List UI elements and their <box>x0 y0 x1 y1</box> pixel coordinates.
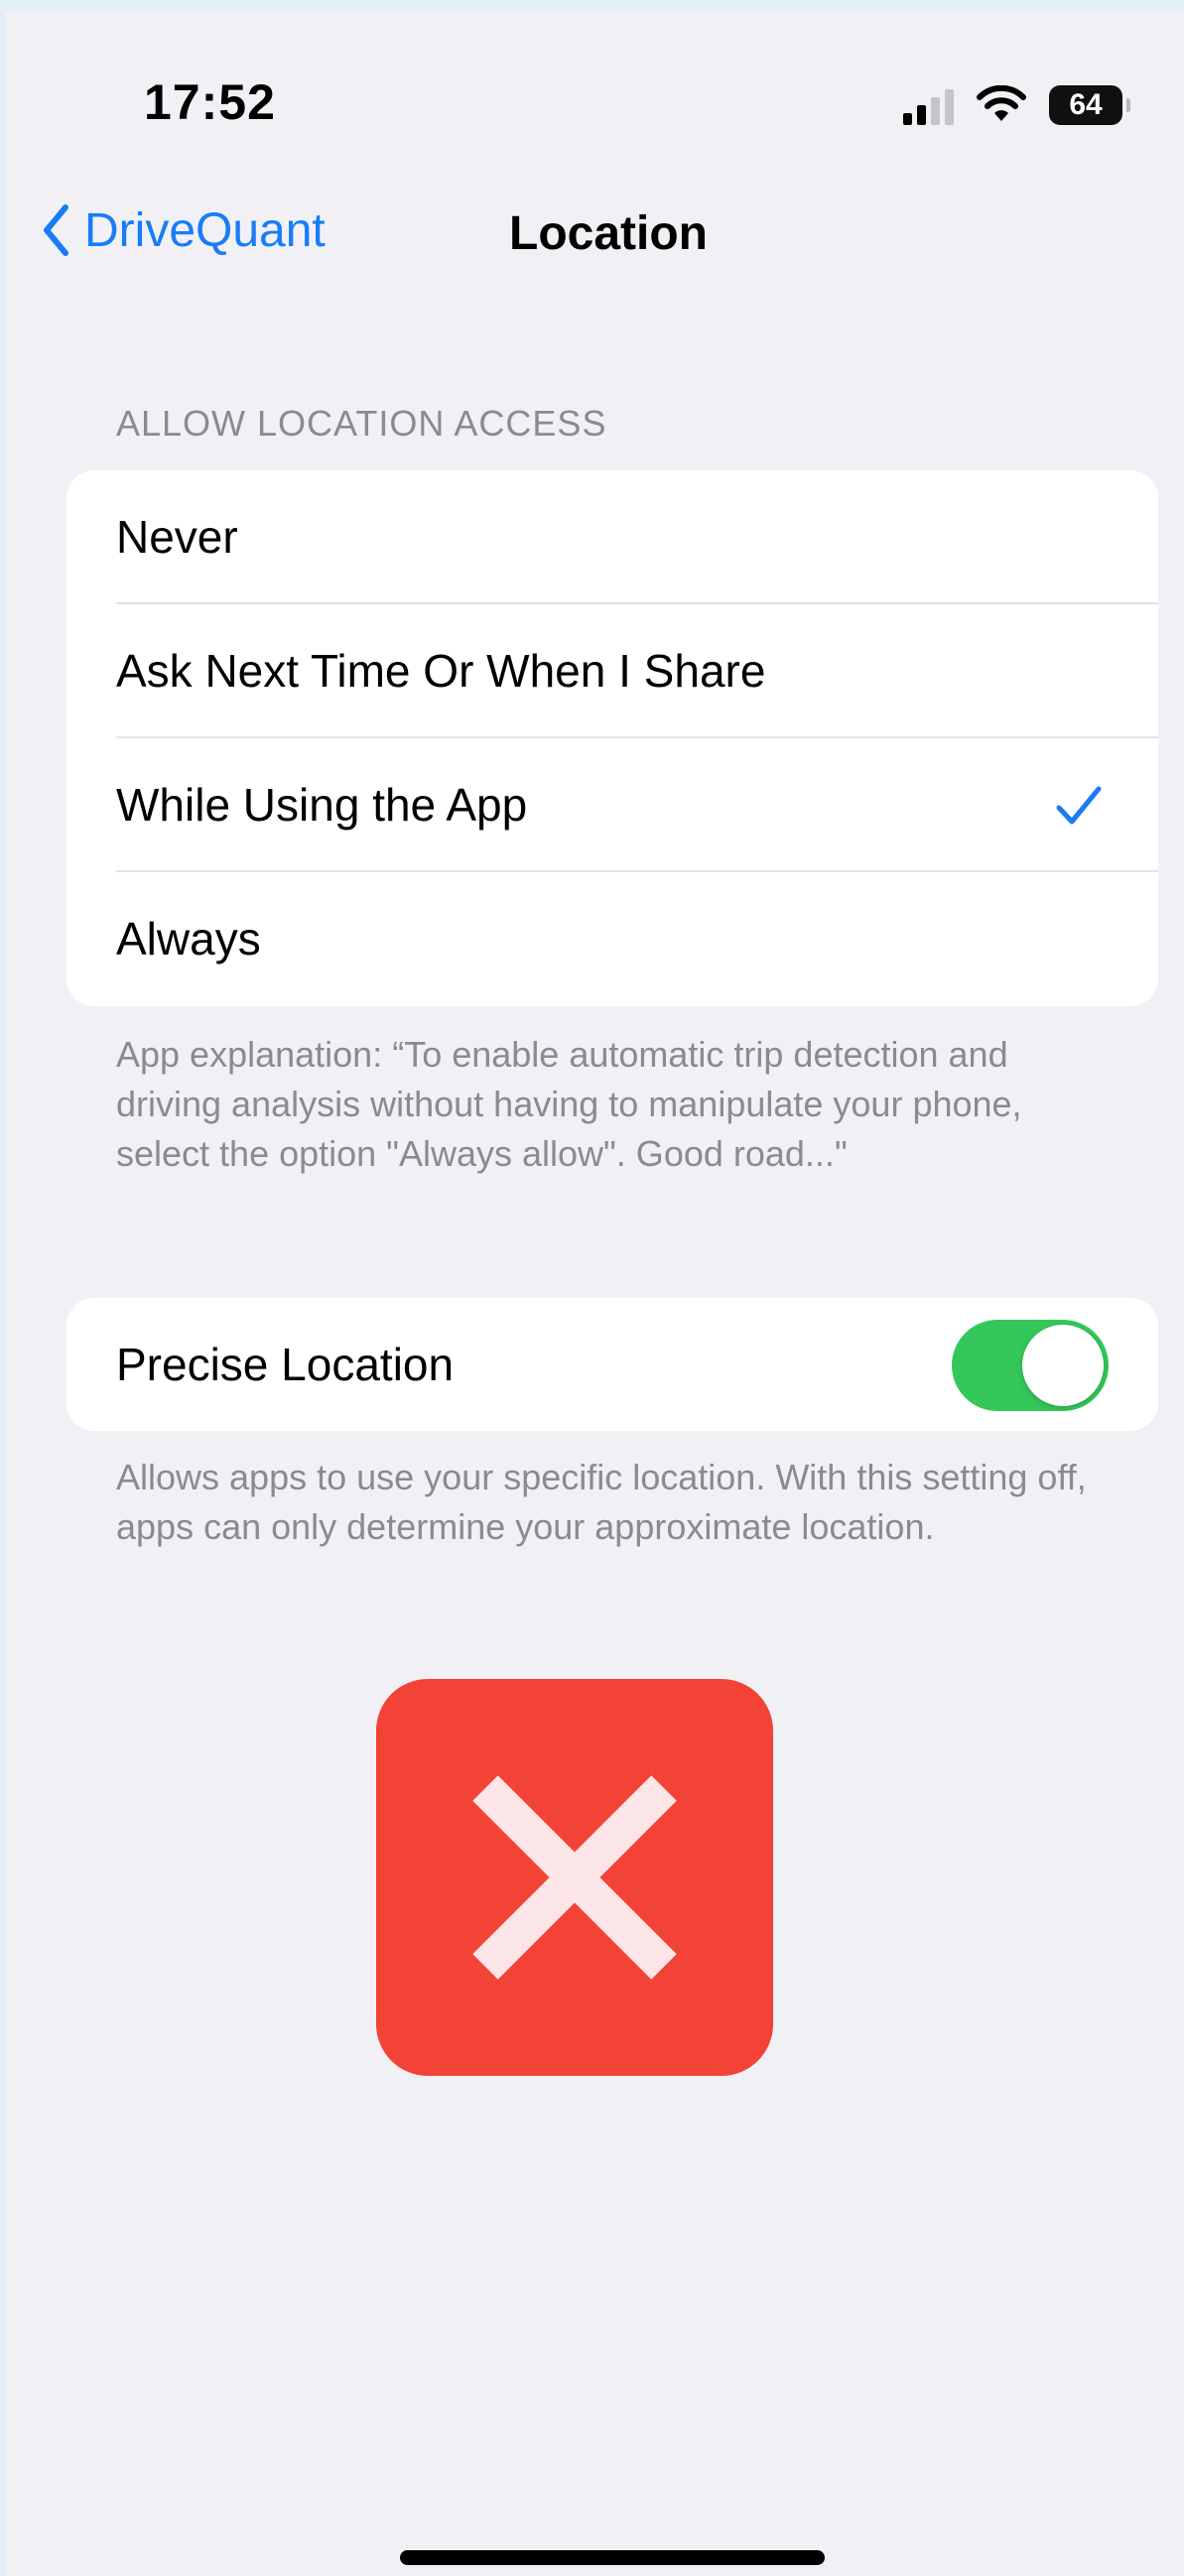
cellular-signal-icon <box>903 85 954 125</box>
home-indicator[interactable] <box>400 2550 825 2565</box>
location-access-options: Never Ask Next Time Or When I Share Whil… <box>66 470 1158 1006</box>
battery-icon: 64 <box>1049 85 1130 125</box>
wifi-icon <box>977 85 1026 121</box>
option-always[interactable]: Always <box>66 872 1158 1006</box>
page-title: Location <box>509 207 708 260</box>
option-label: Ask Next Time Or When I Share <box>116 645 766 697</box>
status-indicators: 64 <box>903 81 1130 129</box>
status-time: 17:52 <box>144 74 276 130</box>
option-label: Never <box>116 511 238 563</box>
section-header-location-access: ALLOW LOCATION ACCESS <box>116 403 607 444</box>
precise-location-toggle[interactable] <box>952 1320 1109 1411</box>
precise-location-row: Precise Location <box>66 1298 1158 1431</box>
option-ask-next-time[interactable]: Ask Next Time Or When I Share <box>66 604 1158 738</box>
option-label: Always <box>116 913 261 965</box>
toggle-knob <box>1022 1325 1104 1406</box>
checkmark-icon <box>1056 786 1102 825</box>
deny-badge <box>376 1679 773 2076</box>
option-never[interactable]: Never <box>66 470 1158 604</box>
option-while-using[interactable]: While Using the App <box>66 738 1158 872</box>
precise-location-description: Allows apps to use your specific locatio… <box>116 1457 1087 1547</box>
precise-location-label: Precise Location <box>116 1339 455 1390</box>
location-settings-screen: 17:52 64 DriveQuant Location ALLOW LOCAT… <box>0 0 1184 2576</box>
x-mark-icon <box>472 1775 677 1980</box>
option-label: While Using the App <box>116 779 528 831</box>
app-explanation-text: App explanation: “To enable automatic tr… <box>116 1034 1022 1174</box>
